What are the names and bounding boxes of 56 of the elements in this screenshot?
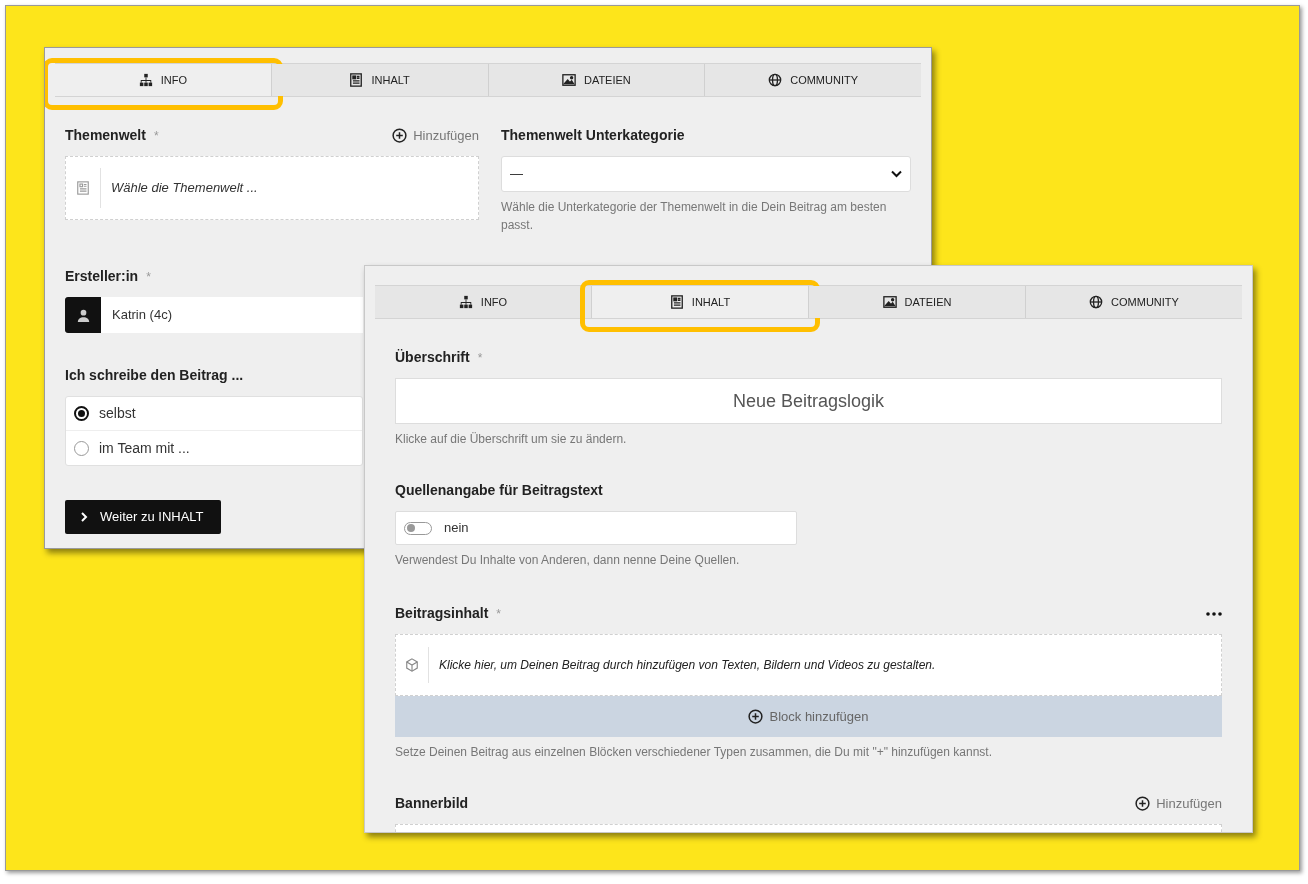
user-name: Katrin (4c): [112, 306, 172, 325]
field-label: Ich schreibe den Beitrag ...: [65, 366, 244, 385]
add-block-button[interactable]: Block hinzufügen: [395, 696, 1222, 737]
radio-label: im Team mit ...: [99, 438, 190, 458]
user-icon: [65, 297, 101, 333]
toggle-switch[interactable]: [404, 521, 432, 535]
help-text: Verwendest Du Inhalte von Anderen, dann nenne Deine Quellen.: [395, 552, 741, 569]
document-icon: [669, 295, 684, 309]
picker-field[interactable]: Wähle die Themenwelt ...: [65, 156, 479, 220]
radio-button[interactable]: [74, 406, 89, 421]
select-field[interactable]: —: [501, 156, 911, 192]
radio-option[interactable]: im Team mit ...: [66, 431, 362, 465]
document-icon: [349, 73, 364, 87]
add-link[interactable]: Hinzufügen: [1135, 793, 1222, 814]
plus-circle-icon: [392, 128, 408, 143]
required-mark: *: [146, 269, 151, 286]
required-mark: *: [477, 350, 483, 367]
field-label: Themenwelt Unterkategorie: [501, 126, 685, 145]
globe-icon: [1089, 295, 1104, 309]
field-label: Beitragsinhalt: [395, 604, 489, 623]
add-link[interactable]: Hinzufügen: [392, 125, 479, 146]
image-icon: [561, 73, 576, 87]
field-label: Quellenangabe für Beitragstext: [395, 481, 603, 500]
select-value: —: [510, 165, 523, 184]
chevron-down-icon: [891, 170, 902, 178]
user-field[interactable]: Katrin (4c): [65, 297, 363, 333]
next-button[interactable]: Weiter zu INHALT: [65, 500, 221, 534]
sitemap-icon: [458, 295, 473, 309]
cube-icon: [405, 658, 419, 672]
placeholder-text: Klicke hier, um Deinen Beitrag durch hinzufügen von Texten, Bildern und Videos zu gestalten.: [439, 657, 936, 674]
toggle-label: nein: [444, 519, 469, 538]
radio-label: selbst: [99, 404, 136, 423]
placeholder-text: Wähle die Themenwelt ...: [111, 179, 258, 198]
help-text: Klicke auf die Überschrift um sie zu ändern.: [395, 431, 628, 448]
tab[interactable]: INHALT: [592, 286, 808, 318]
plus-circle-icon: [1135, 796, 1151, 811]
document-icon: [76, 181, 90, 195]
toggle-field[interactable]: nein: [395, 511, 797, 545]
title-input[interactable]: Neue Beitragslogik: [395, 378, 1222, 424]
sitemap-icon: [138, 73, 153, 87]
content-block-area[interactable]: Klicke hier, um Deinen Beitrag durch hinzufügen von Texten, Bildern und Videos zu gestalten.: [395, 634, 1222, 696]
tab[interactable]: INFO: [55, 64, 271, 96]
field-label: Themenwelt: [65, 126, 146, 145]
help-text: Setze Deinen Beitrag aus einzelnen Blöcken verschiedener Typen zusammen, die Du mit "+" hinzufügen kannst.: [395, 744, 993, 761]
globe-icon: [768, 73, 783, 87]
radio-option[interactable]: selbst: [66, 397, 362, 431]
more-icon[interactable]: [1206, 611, 1222, 616]
plus-circle-icon: [748, 709, 764, 724]
help-text: Wähle die Unterkategorie der Themenwelt in die Dein Beitrag am besten passt.: [501, 199, 888, 234]
field-label: Bannerbild: [395, 794, 469, 813]
field-label: Ersteller:in: [65, 267, 139, 286]
field-label: Überschrift: [395, 348, 470, 367]
image-icon: [882, 295, 897, 309]
required-mark: *: [153, 128, 159, 145]
required-mark: *: [496, 606, 502, 623]
chevron-right-icon: [80, 512, 88, 522]
